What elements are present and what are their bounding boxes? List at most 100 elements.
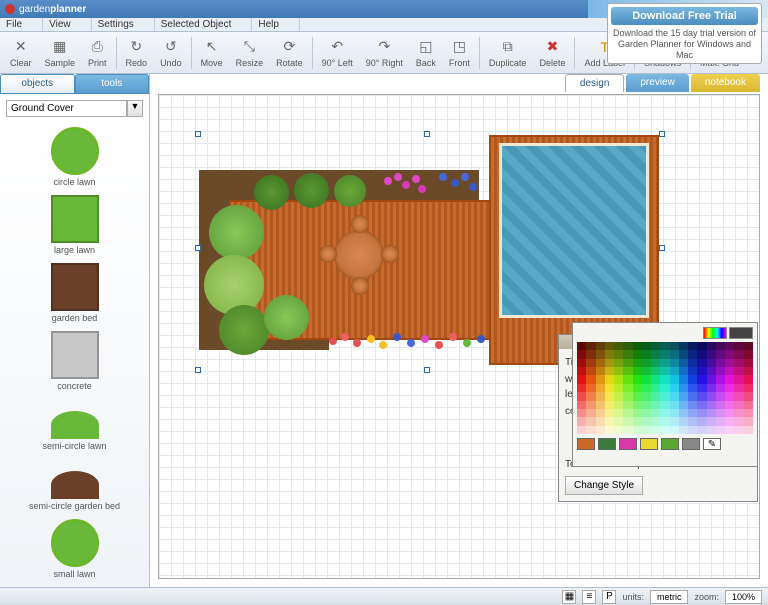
color-cell[interactable] [642, 417, 651, 425]
color-cell[interactable] [623, 375, 632, 383]
palette-large-lawn[interactable]: large lawn [4, 195, 145, 255]
grid-icon[interactable]: ▦ [562, 590, 576, 604]
color-cell[interactable] [605, 392, 614, 400]
color-cell[interactable] [660, 426, 669, 434]
color-cell[interactable] [679, 375, 688, 383]
palette-semi-circle-lawn[interactable]: semi-circle lawn [4, 411, 145, 451]
category-select[interactable]: Ground Cover ▼ [6, 100, 143, 117]
color-cell[interactable] [734, 417, 743, 425]
menu-settings[interactable]: Settings [92, 18, 155, 31]
color-cell[interactable] [707, 359, 716, 367]
color-cell[interactable] [734, 375, 743, 383]
color-cell[interactable] [660, 392, 669, 400]
color-cell[interactable] [744, 359, 753, 367]
color-cell[interactable] [586, 359, 595, 367]
color-cell[interactable] [614, 384, 623, 392]
color-cell[interactable] [633, 350, 642, 358]
color-cell[interactable] [716, 350, 725, 358]
color-cell[interactable] [697, 359, 706, 367]
color-cell[interactable] [670, 426, 679, 434]
color-cell[interactable] [660, 359, 669, 367]
color-cell[interactable] [642, 384, 651, 392]
color-cell[interactable] [707, 426, 716, 434]
patio-chair[interactable] [381, 245, 399, 263]
color-cell[interactable] [660, 417, 669, 425]
color-cell[interactable] [623, 342, 632, 350]
color-cell[interactable] [586, 384, 595, 392]
color-cell[interactable] [633, 409, 642, 417]
color-cell[interactable] [744, 409, 753, 417]
selection-handle[interactable] [424, 131, 430, 137]
color-cell[interactable] [716, 384, 725, 392]
color-cell[interactable] [614, 375, 623, 383]
color-cell[interactable] [688, 384, 697, 392]
color-cell[interactable] [642, 359, 651, 367]
patio-chair[interactable] [351, 277, 369, 295]
color-cell[interactable] [642, 426, 651, 434]
color-cell[interactable] [633, 392, 642, 400]
color-cell[interactable] [707, 375, 716, 383]
color-cell[interactable] [716, 367, 725, 375]
color-cell[interactable] [605, 375, 614, 383]
color-cell[interactable] [660, 367, 669, 375]
patio-chair[interactable] [351, 215, 369, 233]
color-cell[interactable] [651, 367, 660, 375]
color-cell[interactable] [614, 359, 623, 367]
selection-handle[interactable] [195, 245, 201, 251]
color-cell[interactable] [716, 426, 725, 434]
tree[interactable] [334, 175, 366, 207]
tree[interactable] [254, 175, 289, 210]
resize-button[interactable]: ⤡Resize [230, 36, 270, 70]
color-cell[interactable] [614, 401, 623, 409]
flower-border[interactable] [329, 333, 499, 355]
selection-handle[interactable] [659, 245, 665, 251]
color-cell[interactable] [586, 392, 595, 400]
color-cell[interactable] [623, 426, 632, 434]
color-cell[interactable] [725, 401, 734, 409]
color-cell[interactable] [633, 359, 642, 367]
change-style-button[interactable]: Change Style [565, 476, 643, 495]
palette-small-lawn[interactable]: small lawn [4, 519, 145, 579]
color-cell[interactable] [605, 342, 614, 350]
color-cell[interactable] [679, 417, 688, 425]
menu-help[interactable]: Help [252, 18, 300, 31]
color-cell[interactable] [596, 417, 605, 425]
color-cell[interactable] [586, 409, 595, 417]
palette-semi-circle-garden-bed[interactable]: semi-circle garden bed [4, 471, 145, 511]
color-cell[interactable] [707, 392, 716, 400]
color-cell[interactable] [716, 375, 725, 383]
color-cell[interactable] [614, 367, 623, 375]
color-cell[interactable] [679, 384, 688, 392]
color-cell[interactable] [734, 409, 743, 417]
color-cell[interactable] [744, 350, 753, 358]
color-cell[interactable] [670, 342, 679, 350]
color-cell[interactable] [697, 401, 706, 409]
color-cell[interactable] [707, 409, 716, 417]
chevron-down-icon[interactable]: ▼ [127, 100, 143, 117]
color-cell[interactable] [642, 392, 651, 400]
sample-button[interactable]: ▦Sample [39, 36, 82, 70]
redo-button[interactable]: ↻Redo [120, 36, 154, 70]
color-cell[interactable] [586, 417, 595, 425]
color-cell[interactable] [651, 401, 660, 409]
color-cell[interactable] [586, 350, 595, 358]
color-cell[interactable] [596, 392, 605, 400]
color-cell[interactable] [688, 350, 697, 358]
color-cell[interactable] [605, 367, 614, 375]
color-cell[interactable] [660, 375, 669, 383]
color-cell[interactable] [651, 350, 660, 358]
color-cell[interactable] [660, 342, 669, 350]
color-cell[interactable] [642, 342, 651, 350]
color-cell[interactable] [660, 409, 669, 417]
color-cell[interactable] [651, 417, 660, 425]
ruler-icon[interactable]: ≡ [582, 590, 596, 604]
menu-file[interactable]: File [0, 18, 43, 31]
color-cell[interactable] [679, 359, 688, 367]
color-cell[interactable] [679, 392, 688, 400]
color-cell[interactable] [679, 342, 688, 350]
color-cell[interactable] [725, 426, 734, 434]
color-cell[interactable] [633, 417, 642, 425]
color-cell[interactable] [670, 401, 679, 409]
preset-swatch[interactable] [682, 438, 700, 450]
menu-selected-object[interactable]: Selected Object [155, 18, 253, 31]
